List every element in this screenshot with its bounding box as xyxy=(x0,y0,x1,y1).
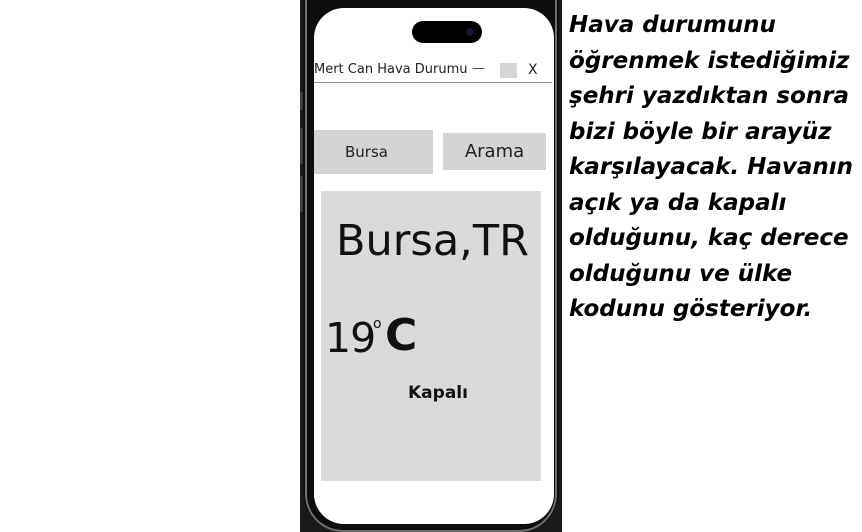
minimize-button[interactable]: — xyxy=(472,61,485,76)
title-bar-divider xyxy=(314,82,552,83)
temperature-unit: C xyxy=(385,310,418,361)
maximize-button[interactable] xyxy=(500,63,517,78)
degree-symbol: o xyxy=(373,316,382,332)
camera-icon xyxy=(466,28,474,36)
phone-volume-up-button xyxy=(300,128,303,164)
phone-volume-down-button xyxy=(300,176,303,212)
weather-condition: Kapalı xyxy=(408,383,468,403)
city-country-label: Bursa,TR xyxy=(336,216,529,266)
temperature-value: 19 xyxy=(325,314,376,362)
dynamic-island xyxy=(412,21,482,43)
window-title: Mert Can Hava Durumu xyxy=(314,62,468,77)
search-button[interactable]: Arama xyxy=(443,133,546,170)
phone-side-button xyxy=(300,92,303,110)
close-button[interactable]: X xyxy=(528,62,538,78)
caption-text: Hava durumunu öğrenmek istediğimiz şehri… xyxy=(569,12,854,322)
city-input[interactable] xyxy=(314,130,433,174)
